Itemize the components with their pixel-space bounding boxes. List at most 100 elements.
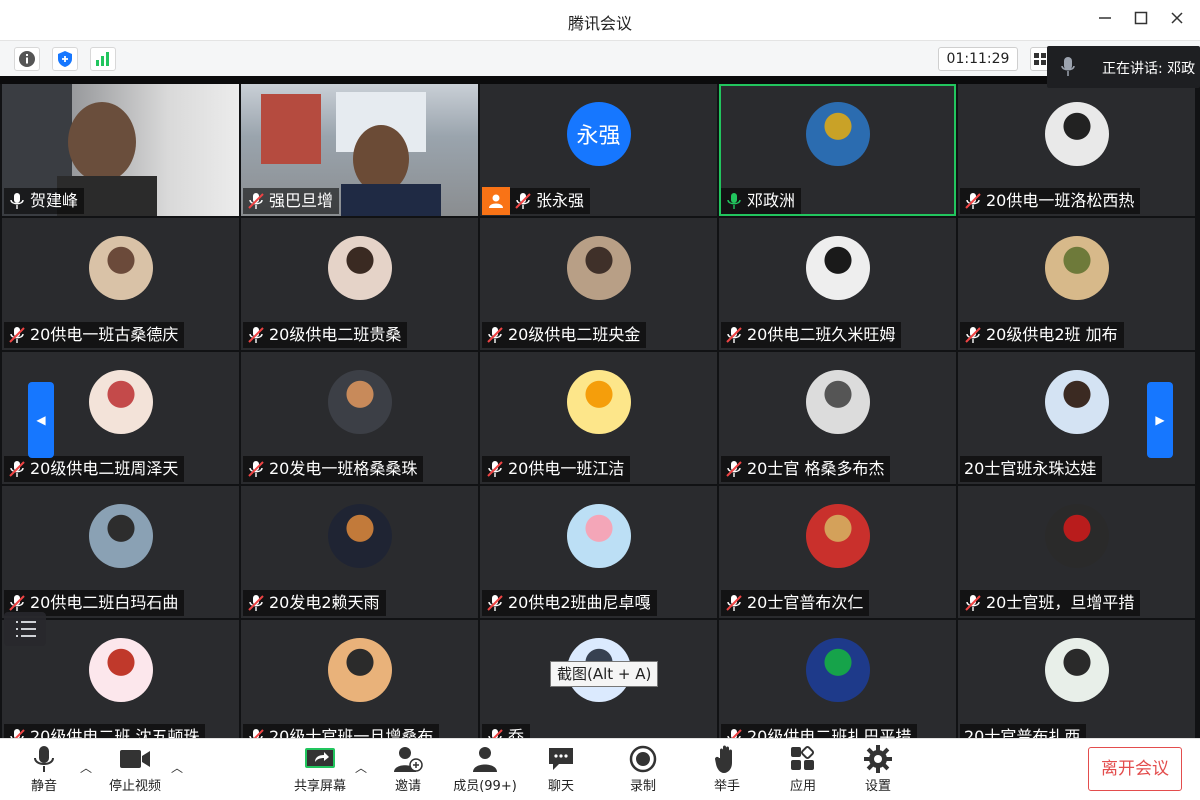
meeting-toolbar: 静音 ︿ 停止视频 ︿ 共享屏幕 ︿ 邀请 成员(99+) 聊天 录制 举手 应… bbox=[0, 738, 1200, 800]
participant-tile[interactable]: 20级供电二班贵桑 bbox=[241, 218, 478, 350]
participant-tile[interactable]: 20供电一班洛松西热 bbox=[958, 84, 1195, 216]
settings-label: 设置 bbox=[864, 779, 891, 794]
microphone-muted-icon bbox=[247, 460, 265, 478]
invite-label: 邀请 bbox=[394, 779, 421, 794]
participant-tile[interactable]: 20供电二班白玛石曲 bbox=[2, 486, 239, 618]
microphone-muted-icon bbox=[486, 326, 504, 344]
raise-hand-button[interactable]: 举手 bbox=[687, 743, 767, 799]
participant-tile[interactable]: 20士官普布扎西 bbox=[958, 620, 1195, 738]
participant-name-tag: 邓政洲 bbox=[721, 188, 802, 214]
participant-tile[interactable]: 20级士官班一旦增桑布 bbox=[241, 620, 478, 738]
participant-name: 20供电一班江洁 bbox=[508, 459, 625, 478]
screenshot-tooltip: 截图(Alt + A) bbox=[550, 661, 659, 687]
microphone-muted-icon bbox=[964, 594, 982, 612]
participant-tile[interactable]: 20发电2赖天雨 bbox=[241, 486, 478, 618]
share-screen-label: 共享屏幕 bbox=[293, 779, 346, 794]
chat-button[interactable]: 聊天 bbox=[521, 743, 601, 799]
users-icon bbox=[473, 747, 497, 772]
list-view-button[interactable] bbox=[4, 612, 46, 646]
participant-tile[interactable]: 20士官普布次仁 bbox=[719, 486, 956, 618]
participant-tile[interactable]: 20供电二班久米旺姆 bbox=[719, 218, 956, 350]
add-user-icon bbox=[394, 747, 423, 772]
close-button[interactable] bbox=[1164, 8, 1190, 32]
participant-name-tag: 20级士官班一旦增桑布 bbox=[243, 724, 440, 738]
participant-tile[interactable]: 20级供电二班央金 bbox=[480, 218, 717, 350]
shield-icon bbox=[58, 51, 72, 67]
participant-tile[interactable]: 20供电2班曲尼卓嘎 bbox=[480, 486, 717, 618]
participant-tile[interactable]: 20士官班，旦增平措 bbox=[958, 486, 1195, 618]
leave-meeting-button[interactable]: 离开会议 bbox=[1088, 747, 1182, 791]
apps-icon bbox=[791, 745, 815, 770]
participant-name-tag: 张永强 bbox=[482, 187, 591, 215]
members-label: 成员(99+) bbox=[453, 779, 517, 794]
hand-icon bbox=[715, 745, 732, 773]
audio-options-button[interactable]: ︿ bbox=[80, 759, 94, 775]
microphone-muted-icon bbox=[8, 728, 26, 738]
microphone-muted-icon bbox=[486, 594, 504, 612]
participant-name: 20供电一班古桑德庆 bbox=[30, 325, 179, 344]
participant-tile[interactable]: 20级供电2班 加布 bbox=[958, 218, 1195, 350]
participant-name: 20级供电二班央金 bbox=[508, 325, 641, 344]
participant-tile[interactable]: 永强 张永强 bbox=[480, 84, 717, 216]
chevron-left-icon: ◀ bbox=[36, 413, 46, 427]
participant-name-tag: 20级供电二班 沈五顿珠 bbox=[4, 724, 206, 738]
mute-button[interactable]: 静音 bbox=[4, 743, 84, 799]
apps-button[interactable]: 应用 bbox=[763, 743, 843, 799]
participant-tile[interactable]: 20供电一班古桑德庆 bbox=[2, 218, 239, 350]
video-camera-icon bbox=[120, 750, 150, 768]
participant-avatar bbox=[566, 504, 631, 568]
settings-button[interactable]: 设置 bbox=[838, 743, 918, 799]
stop-video-button[interactable]: 停止视频 bbox=[95, 743, 175, 799]
maximize-button[interactable] bbox=[1128, 8, 1154, 32]
participant-avatar bbox=[805, 370, 870, 434]
chat-icon bbox=[549, 748, 573, 770]
meeting-timer: 01:11:29 bbox=[938, 47, 1018, 71]
participant-avatar bbox=[327, 638, 392, 702]
participant-avatar bbox=[1044, 504, 1109, 568]
share-screen-button[interactable]: 共享屏幕 bbox=[280, 743, 360, 799]
host-icon bbox=[482, 187, 510, 215]
minimize-button[interactable] bbox=[1092, 8, 1118, 32]
participant-grid: 贺建峰 强巴旦增 永强 张永强 邓政洲 20供电一班洛松西热 20供电一班古桑德庆 20级供电… bbox=[2, 84, 1198, 738]
participant-name-tag: 乔 bbox=[482, 724, 531, 738]
record-button[interactable]: 录制 bbox=[603, 743, 683, 799]
participant-tile[interactable]: 强巴旦增 bbox=[241, 84, 478, 216]
participant-avatar bbox=[327, 370, 392, 434]
video-options-button[interactable]: ︿ bbox=[171, 759, 185, 775]
participant-name-tag: 20发电2赖天雨 bbox=[243, 590, 386, 616]
chevron-up-icon: ︿ bbox=[355, 761, 368, 775]
participant-tile[interactable]: 20士官 格桑多布杰 bbox=[719, 352, 956, 484]
participant-avatar bbox=[327, 236, 392, 300]
participant-name: 贺建峰 bbox=[30, 191, 79, 210]
share-options-button[interactable]: ︿ bbox=[355, 759, 369, 775]
participant-tile[interactable]: 贺建峰 bbox=[2, 84, 239, 216]
participant-name-tag: 20级供电二班周泽天 bbox=[4, 456, 185, 482]
participant-name-tag: 20士官普布扎西 bbox=[960, 724, 1087, 738]
invite-button[interactable]: 邀请 bbox=[368, 743, 448, 799]
microphone-muted-icon bbox=[964, 326, 982, 344]
participant-name: 20级士官班一旦增桑布 bbox=[269, 727, 434, 738]
participant-tile[interactable]: 20发电一班格桑桑珠 bbox=[241, 352, 478, 484]
stop-video-label: 停止视频 bbox=[108, 779, 161, 794]
network-button[interactable] bbox=[90, 47, 116, 71]
microphone-muted-icon bbox=[247, 594, 265, 612]
close-icon bbox=[1171, 12, 1183, 24]
participant-tile[interactable]: 邓政洲 bbox=[719, 84, 956, 216]
microphone-muted-icon bbox=[247, 192, 265, 210]
prev-page-button[interactable]: ◀ bbox=[28, 382, 54, 458]
participant-name: 20士官普布次仁 bbox=[747, 593, 864, 612]
participant-name: 20供电2班曲尼卓嘎 bbox=[508, 593, 651, 612]
participant-tile[interactable]: 20级供电二班扎巴平措 bbox=[719, 620, 956, 738]
record-icon bbox=[629, 745, 657, 773]
participant-name: 20供电二班久米旺姆 bbox=[747, 325, 896, 344]
participant-name: 20士官班，旦增平措 bbox=[986, 593, 1135, 612]
security-button[interactable] bbox=[52, 47, 78, 71]
microphone-icon bbox=[1061, 57, 1075, 76]
microphone-muted-icon bbox=[8, 326, 26, 344]
participant-tile[interactable]: 20供电一班江洁 bbox=[480, 352, 717, 484]
next-page-button[interactable]: ▶ bbox=[1147, 382, 1173, 458]
participant-name-tag: 20士官班永珠达娃 bbox=[960, 456, 1103, 482]
members-button[interactable]: 成员(99+) bbox=[445, 743, 525, 799]
chevron-up-icon: ︿ bbox=[171, 761, 184, 775]
meeting-info-button[interactable] bbox=[14, 47, 40, 71]
